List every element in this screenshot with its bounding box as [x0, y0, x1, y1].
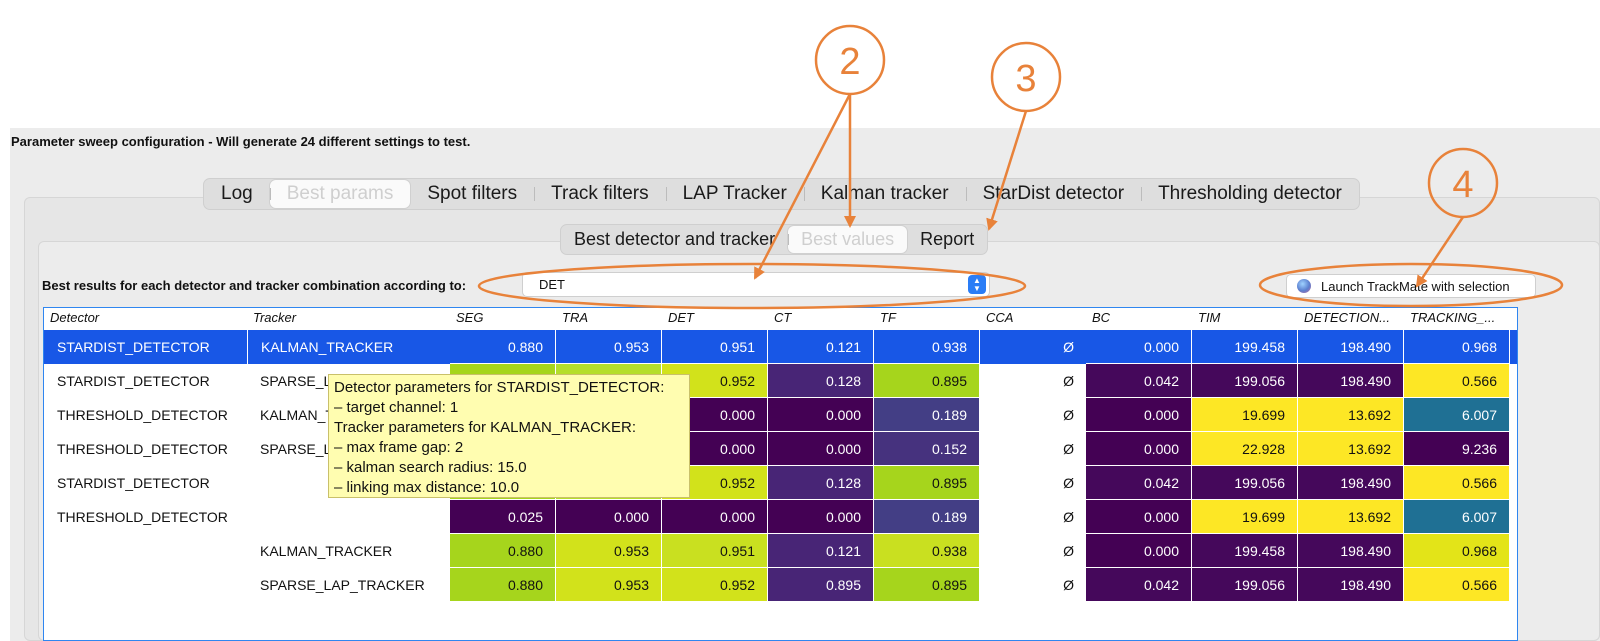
highlight-ellipse-criterion: [477, 262, 1027, 310]
callout-label-3: 3: [1015, 58, 1036, 100]
callout-label-4: 4: [1452, 164, 1473, 206]
highlight-ellipse-launch: [1258, 262, 1564, 308]
callout-arrow: [753, 93, 852, 280]
annotation-overlay: 2 3 4: [477, 24, 1564, 310]
callout-arrow: [1415, 216, 1465, 288]
callout-arrow: [986, 110, 1028, 231]
callout-label-2: 2: [839, 41, 860, 83]
